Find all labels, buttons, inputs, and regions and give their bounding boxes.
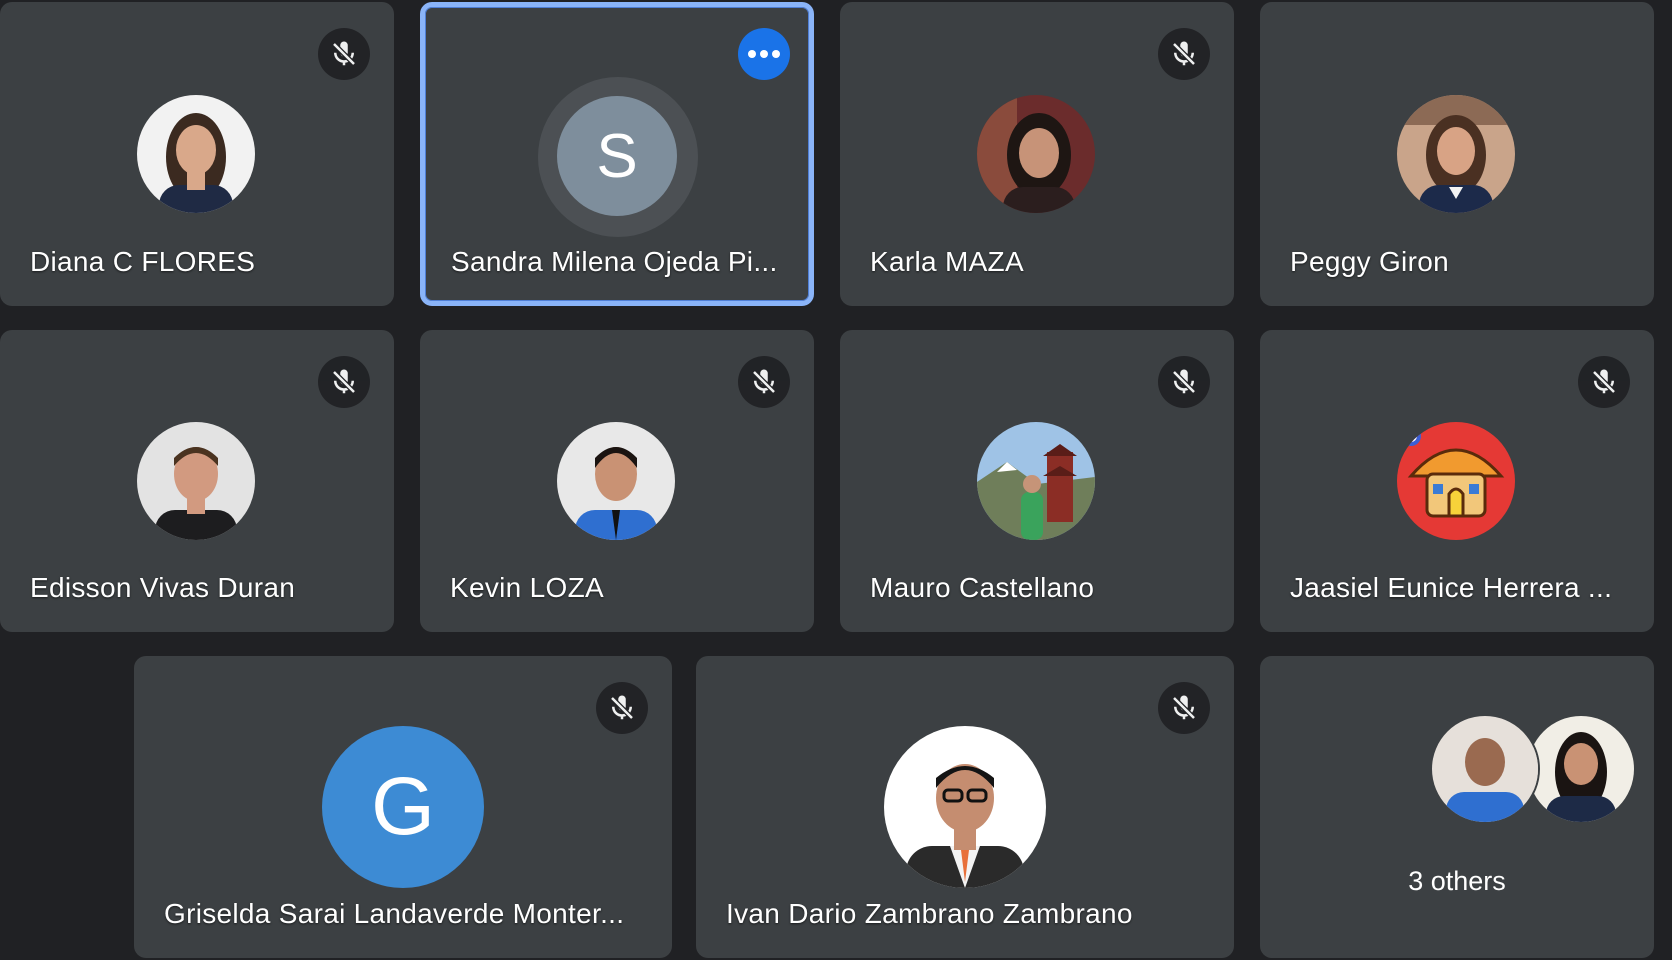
others-avatar xyxy=(1526,714,1636,824)
participant-tile[interactable]: Karla MAZA xyxy=(840,2,1234,306)
participant-name: Griselda Sarai Landaverde Monter... xyxy=(164,898,625,929)
participant-avatar xyxy=(884,726,1046,888)
participant-name: Mauro Castellano xyxy=(870,572,1095,603)
participant-tile[interactable]: Diana C FLORES xyxy=(0,2,394,306)
participant-name: Edisson Vivas Duran xyxy=(30,572,296,603)
mic-off-icon xyxy=(318,28,370,80)
mic-off-icon xyxy=(1158,356,1210,408)
mic-off-icon xyxy=(1158,682,1210,734)
participant-tile-active-speaker[interactable]: S Sandra Milena Ojeda Pi... xyxy=(420,2,814,306)
participant-tile[interactable]: Jaasiel Eunice Herrera ... xyxy=(1260,330,1654,632)
participant-name: Kevin LOZA xyxy=(450,572,604,603)
others-avatar xyxy=(1430,714,1540,824)
participant-name: Diana C FLORES xyxy=(30,246,256,277)
participant-avatar: S xyxy=(557,96,677,216)
participant-avatar xyxy=(137,95,255,213)
participant-avatar xyxy=(977,422,1095,540)
participant-name: Peggy Giron xyxy=(1290,246,1449,277)
participant-name: Jaasiel Eunice Herrera ... xyxy=(1290,572,1613,603)
more-options-icon[interactable] xyxy=(738,28,790,80)
participant-avatar: G xyxy=(322,726,484,888)
participant-tile[interactable]: Edisson Vivas Duran xyxy=(0,330,394,632)
participant-avatar xyxy=(1397,95,1515,213)
participant-avatar xyxy=(1397,422,1515,540)
mic-off-icon xyxy=(1578,356,1630,408)
participant-tile[interactable]: G Griselda Sarai Landaverde Monter... xyxy=(134,656,672,958)
participant-tile[interactable]: Peggy Giron xyxy=(1260,2,1654,306)
others-count-label: 3 others xyxy=(1408,866,1506,896)
participant-avatar xyxy=(137,422,255,540)
mic-off-icon xyxy=(1158,28,1210,80)
participant-avatar xyxy=(977,95,1095,213)
participant-name: Ivan Dario Zambrano Zambrano xyxy=(726,898,1133,929)
participant-name: Sandra Milena Ojeda Pi... xyxy=(451,246,778,277)
participant-tile[interactable]: Mauro Castellano xyxy=(840,330,1234,632)
mic-off-icon xyxy=(738,356,790,408)
participant-name: Karla MAZA xyxy=(870,246,1024,277)
participant-tile[interactable]: Kevin LOZA xyxy=(420,330,814,632)
participant-tile[interactable]: Ivan Dario Zambrano Zambrano xyxy=(696,656,1234,958)
mic-off-icon xyxy=(596,682,648,734)
mic-off-icon xyxy=(318,356,370,408)
participant-avatar xyxy=(557,422,675,540)
others-tile[interactable]: 3 others xyxy=(1260,656,1654,958)
